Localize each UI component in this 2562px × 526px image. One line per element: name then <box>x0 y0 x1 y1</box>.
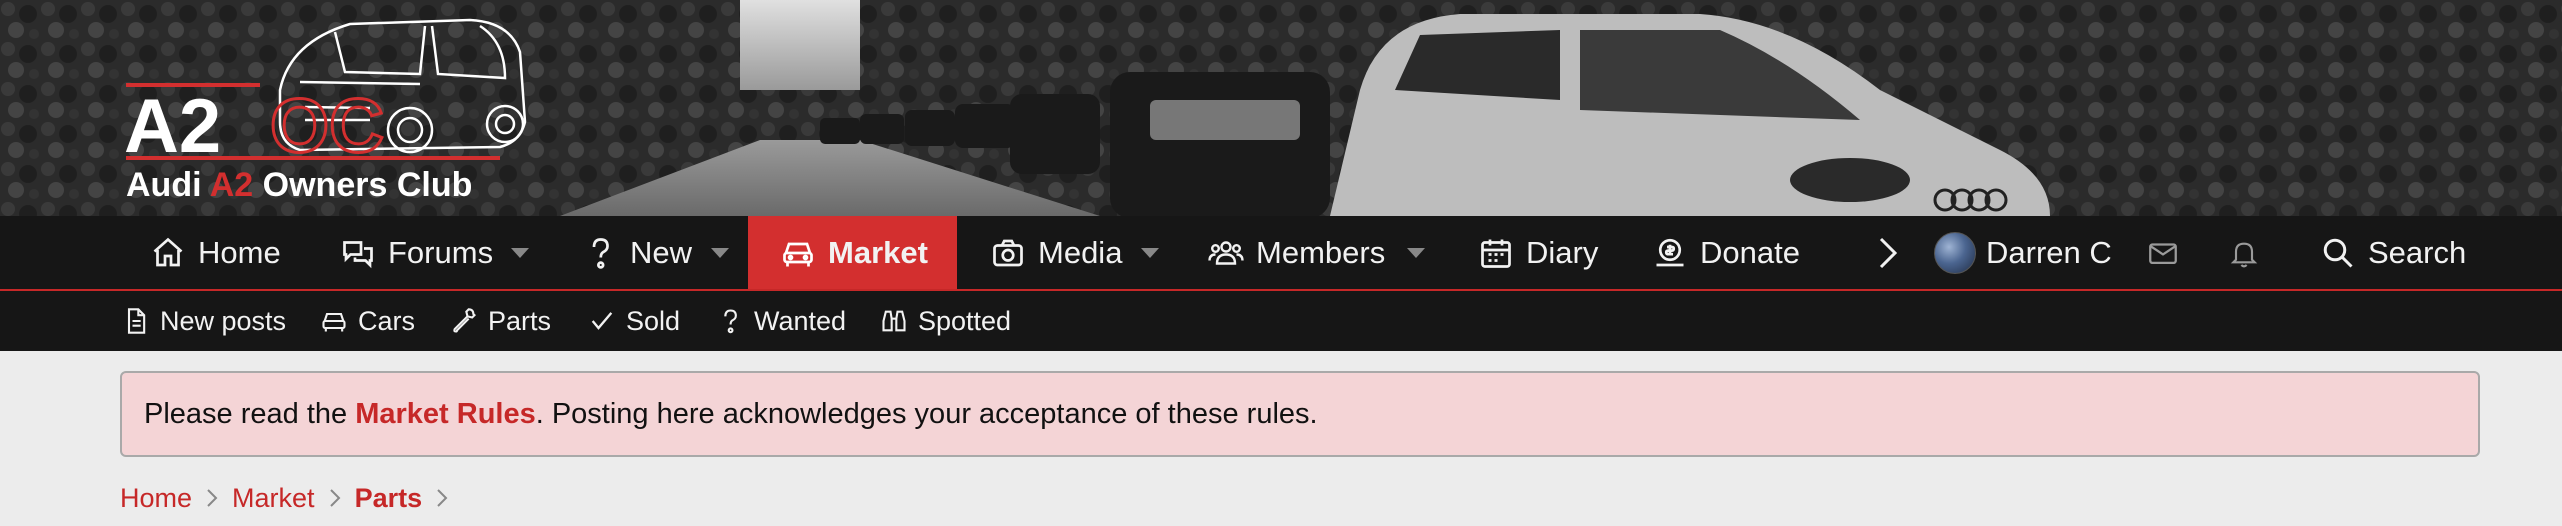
nav-item-media[interactable]: Media <box>990 216 1122 289</box>
breadcrumb-parts[interactable]: Parts <box>355 483 423 514</box>
nav-label: Media <box>1038 234 1123 270</box>
nav-item-market[interactable]: Market <box>748 216 957 289</box>
nav-label: Forums <box>388 234 494 270</box>
market-rules-link[interactable]: Market Rules <box>355 398 536 431</box>
nav-item-new[interactable]: New <box>582 216 692 289</box>
search-icon <box>2320 235 2356 271</box>
nav-label: Members <box>1256 234 1386 270</box>
chevron-down-icon <box>511 247 529 258</box>
search-label: Search <box>2368 234 2467 270</box>
question-icon <box>582 235 618 271</box>
members-dropdown-toggle[interactable] <box>1396 216 1436 289</box>
subnav-label: Sold <box>626 305 681 336</box>
sub-navigation: New posts Cars Parts Sold Wanted Spotted <box>0 291 2562 351</box>
binoculars-icon <box>880 307 908 335</box>
subnav-label: Parts <box>488 305 552 336</box>
nav-item-members[interactable]: Members <box>1208 216 1385 289</box>
nav-label: Market <box>828 234 928 270</box>
nav-item-forums[interactable]: Forums <box>340 216 493 289</box>
bell-icon <box>2230 242 2258 267</box>
car-icon <box>780 235 816 271</box>
main-navigation: Home Forums New Market Media Members Dia… <box>0 216 2562 291</box>
camera-icon <box>990 235 1026 271</box>
inbox-button[interactable] <box>2146 216 2180 289</box>
nav-label: New <box>630 234 693 270</box>
new-dropdown-toggle[interactable] <box>700 216 740 289</box>
forums-dropdown-toggle[interactable] <box>500 216 540 289</box>
nav-item-diary[interactable]: Diary <box>1478 216 1598 289</box>
calendar-icon <box>1478 235 1514 271</box>
chevron-right-icon <box>315 488 355 508</box>
header-banner: A2 OC Audi A2 Owners Club <box>0 0 2562 216</box>
nav-item-home[interactable]: Home <box>150 216 281 289</box>
user-name: Darren C <box>1986 234 2112 270</box>
subnav-item-cars[interactable]: Cars <box>320 291 415 351</box>
subnav-item-spotted[interactable]: Spotted <box>880 291 1011 351</box>
avatar <box>1934 231 1976 274</box>
breadcrumb-market[interactable]: Market <box>232 483 315 514</box>
envelope-icon <box>2149 242 2177 264</box>
users-icon <box>1208 235 1244 271</box>
chevron-right-icon <box>422 488 462 508</box>
nav-label: Diary <box>1526 234 1599 270</box>
subnav-item-wanted[interactable]: Wanted <box>716 291 846 351</box>
subnav-label: Cars <box>358 305 416 336</box>
donate-icon <box>1652 235 1688 271</box>
search-button[interactable]: Search <box>2320 216 2466 289</box>
chevron-right-icon <box>1879 237 1898 268</box>
breadcrumb: Home Market Parts <box>120 478 462 518</box>
nav-more-button[interactable] <box>1876 216 1900 289</box>
comments-icon <box>340 235 376 271</box>
subnav-label: New posts <box>160 305 287 336</box>
notice-prefix: Please read the <box>144 397 356 430</box>
breadcrumb-home[interactable]: Home <box>120 483 192 514</box>
chevron-down-icon <box>711 247 729 258</box>
subnav-item-new-posts[interactable]: New posts <box>122 291 286 351</box>
chevron-down-icon <box>1407 247 1425 258</box>
user-account-link[interactable]: Darren C <box>1934 216 2112 289</box>
logo-tagline: Audi A2 Owners Club <box>126 166 472 202</box>
subnav-label: Spotted <box>918 305 1012 336</box>
check-icon <box>588 307 616 335</box>
car-icon <box>320 307 348 335</box>
home-icon <box>150 235 186 271</box>
site-logo[interactable]: A2 OC Audi A2 Owners Club <box>120 12 540 202</box>
market-rules-notice: Please read the Market Rules . Posting h… <box>120 371 2480 457</box>
subnav-label: Wanted <box>754 305 847 336</box>
chevron-down-icon <box>1141 247 1159 258</box>
nav-label: Home <box>198 234 281 270</box>
logo-mark-oc: OC <box>270 84 384 169</box>
logo-mark-a2: A2 <box>124 84 221 169</box>
subnav-item-parts[interactable]: Parts <box>450 291 551 351</box>
nav-label: Donate <box>1700 234 1800 270</box>
nav-item-donate[interactable]: Donate <box>1652 216 1800 289</box>
wrench-icon <box>450 307 478 335</box>
media-dropdown-toggle[interactable] <box>1130 216 1170 289</box>
subnav-item-sold[interactable]: Sold <box>588 291 680 351</box>
chevron-right-icon <box>192 488 232 508</box>
alerts-button[interactable] <box>2228 216 2260 289</box>
question-icon <box>716 307 744 335</box>
file-icon <box>122 307 150 335</box>
notice-suffix: . Posting here acknowledges your accepta… <box>535 397 1318 430</box>
